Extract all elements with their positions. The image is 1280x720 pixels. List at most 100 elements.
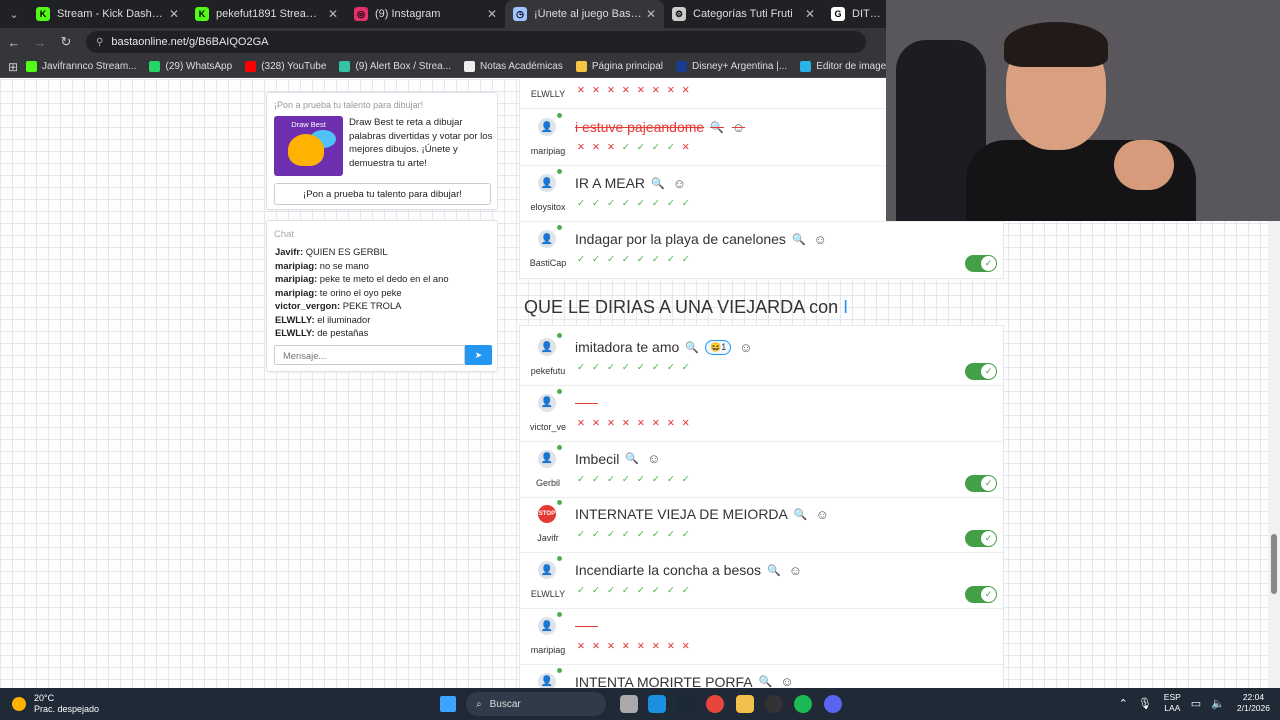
chat-username[interactable]: ELWLLY:	[275, 314, 315, 325]
spotify-icon[interactable]	[794, 695, 812, 713]
cross-icon: ✕	[666, 85, 682, 96]
accept-toggle[interactable]	[965, 255, 997, 272]
check-icon: ✓	[591, 585, 607, 597]
cross-icon: ✕	[666, 417, 682, 429]
obs-icon[interactable]	[765, 695, 783, 713]
browser-tab[interactable]: G DITROGENC	[823, 0, 893, 28]
search-icon[interactable]: 🔍	[651, 177, 665, 190]
check-icon: ✓	[651, 198, 667, 209]
chat-username[interactable]: maripiag:	[275, 273, 317, 284]
bookmark-item[interactable]: Disney+ Argentina |...	[676, 61, 787, 72]
tab-favicon-icon: ◎	[354, 7, 368, 21]
close-icon[interactable]: ✕	[646, 7, 656, 21]
taskbar-search[interactable]: ⌕ Buscar	[466, 692, 606, 716]
steam-icon[interactable]	[676, 695, 694, 713]
chat-username[interactable]: maripiag:	[275, 260, 317, 271]
chat-username[interactable]: Javifr:	[275, 246, 303, 257]
tab-favicon-icon: K	[36, 7, 50, 21]
tabs: KStream - Kick Dashboard✕Kpekefut1891 St…	[28, 0, 893, 28]
person-icon: 👤	[538, 672, 556, 688]
tab-search-icon[interactable]: ⌄	[0, 0, 28, 28]
chat-input[interactable]	[274, 345, 465, 365]
category-text: QUE LE DIRIAS A UNA VIEJARDA con	[524, 297, 839, 317]
address-bar[interactable]: ⚲ bastaonline.net/g/B6BAIQO2GA	[86, 31, 866, 53]
weather-widget[interactable]: 20°C Prac. despejado	[12, 693, 99, 715]
check-icon: ✓	[577, 362, 592, 373]
close-icon[interactable]: ✕	[169, 7, 179, 21]
add-reaction-icon[interactable]: ☺	[647, 451, 660, 466]
check-icon: ✓	[681, 198, 697, 209]
answer-text: Indagar por la playa de canelones	[575, 231, 786, 247]
microphone-icon[interactable]: 🎙	[1138, 697, 1152, 710]
add-reaction-icon[interactable]: ☺	[673, 176, 686, 191]
back-icon[interactable]: ←	[2, 30, 26, 54]
volume-icon[interactable]: 🔈	[1211, 697, 1225, 710]
add-reaction-icon[interactable]: ☺	[780, 674, 793, 688]
add-reaction-icon[interactable]: ☺	[814, 232, 827, 247]
chevron-up-icon[interactable]: ⌃	[1119, 697, 1128, 710]
close-icon[interactable]: ✕	[805, 7, 815, 21]
check-icon: ✓	[666, 362, 682, 373]
search-icon[interactable]: 🔍	[759, 675, 773, 688]
check-icon: ✓	[577, 585, 592, 597]
reaction-badge[interactable]: 😆1	[704, 339, 732, 355]
forward-icon[interactable]: →	[28, 30, 52, 54]
check-icon: ✓	[636, 198, 652, 209]
browser-tab[interactable]: K Stream - Kick Dashboard ✕	[28, 0, 187, 28]
add-reaction-icon[interactable]: ☺	[816, 507, 829, 522]
chat-username[interactable]: victor_vergon:	[275, 300, 340, 311]
close-icon[interactable]: ✕	[328, 7, 338, 21]
accept-toggle[interactable]	[965, 363, 997, 380]
answer-row: 👤 Gerbil Imbecil 🔍 ☺ ✓✓✓✓✓✓✓✓	[520, 442, 1003, 498]
browser-tab[interactable]: Kpekefut1891 Stream - Watch Li ✕	[187, 0, 346, 28]
bookmark-item[interactable]: Página principal	[575, 61, 663, 72]
reload-icon[interactable]: ↻	[54, 30, 78, 54]
chrome-icon[interactable]	[706, 695, 724, 713]
file-explorer-icon[interactable]	[736, 695, 754, 713]
clock[interactable]: 22:04 2/1/2026	[1237, 692, 1270, 714]
cross-icon: ✕	[591, 85, 607, 96]
bookmark-item[interactable]: (29) WhatsApp	[149, 61, 232, 72]
send-icon[interactable]: ➤	[465, 345, 492, 365]
accept-toggle[interactable]	[965, 586, 997, 604]
search-icon[interactable]: 🔍	[767, 564, 781, 577]
bookmark-item[interactable]: (9) Alert Box / Strea...	[339, 61, 451, 72]
bookmark-item[interactable]: Notas Académicas	[464, 61, 563, 72]
cross-icon: ✕	[577, 85, 592, 96]
browser-tab[interactable]: ⚙ Categorías Tuti Fruti ✕	[664, 0, 823, 28]
search-icon[interactable]: 🔍	[685, 341, 699, 354]
vote-marks: ✓✓✓✓✓✓✓✓	[577, 474, 697, 485]
windows-start-icon[interactable]	[440, 696, 456, 712]
site-info-icon[interactable]: ⚲	[96, 37, 103, 48]
add-reaction-icon[interactable]: ☺	[732, 120, 745, 135]
search-icon[interactable]: 🔍	[710, 121, 724, 134]
accept-toggle[interactable]	[965, 530, 997, 548]
discord-icon[interactable]	[824, 695, 842, 713]
add-reaction-icon[interactable]: ☺	[789, 563, 802, 578]
search-icon[interactable]: 🔍	[792, 233, 806, 246]
promo-button[interactable]: ¡Pon a prueba tu talento para dibujar!	[274, 183, 491, 205]
browser-tab[interactable]: ◷ ¡Únete al juego Basta! ✕	[505, 0, 664, 28]
chat-panel: Chat Javifr: QUIEN ES GERBIL maripiag: no…	[266, 220, 498, 372]
network-icon[interactable]: ▭	[1191, 697, 1201, 710]
bookmark-item[interactable]: (328) YouTube	[245, 61, 326, 72]
search-icon[interactable]: 🔍	[794, 508, 808, 521]
check-icon: ✓	[591, 254, 607, 265]
bookmark-item[interactable]: Javifrannco Stream...	[26, 61, 136, 72]
chat-username[interactable]: ELWLLY:	[275, 327, 315, 338]
chat-username[interactable]: maripiag:	[275, 287, 317, 298]
cross-icon: ✕	[577, 142, 592, 153]
edge-icon[interactable]	[648, 695, 666, 713]
browser-tab[interactable]: ◎ (9) Instagram ✕	[346, 0, 505, 28]
category-title: QUE LE DIRIAS A UNA VIEJARDA con I	[524, 297, 848, 318]
search-icon[interactable]: 🔍	[625, 452, 639, 465]
draw-best-image[interactable]: Draw Best	[274, 116, 343, 176]
scrollbar-thumb[interactable]	[1271, 534, 1277, 594]
tab-favicon-icon: G	[831, 7, 845, 21]
input-language[interactable]: ESP LAA	[1164, 692, 1181, 714]
add-reaction-icon[interactable]: ☺	[739, 340, 752, 355]
apps-grid-icon[interactable]: ⊞	[0, 60, 26, 74]
task-view-icon[interactable]	[620, 695, 638, 713]
accept-toggle[interactable]	[965, 474, 997, 492]
close-icon[interactable]: ✕	[487, 7, 497, 21]
